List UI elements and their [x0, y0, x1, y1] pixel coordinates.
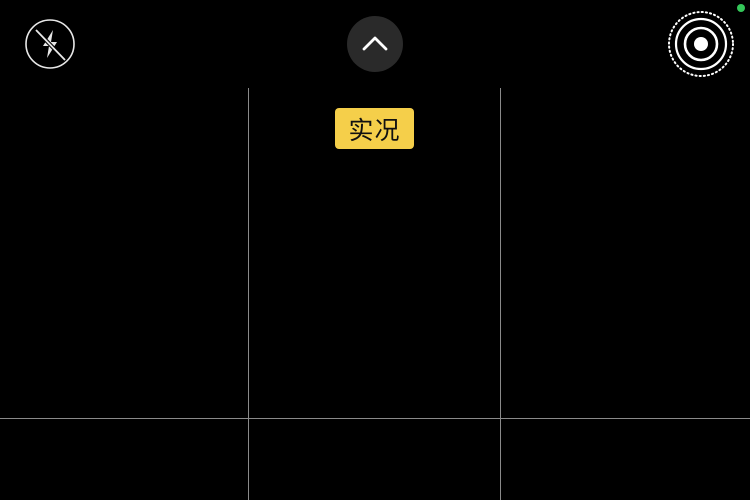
chevron-up-icon [362, 36, 388, 51]
grid-line-vertical-2 [500, 88, 501, 500]
grid-line-vertical-1 [248, 88, 249, 500]
flash-off-icon [25, 19, 75, 69]
grid-line-horizontal-2 [0, 418, 750, 419]
flash-toggle-button[interactable] [24, 18, 76, 70]
camera-in-use-indicator [737, 4, 745, 12]
camera-viewfinder[interactable] [0, 0, 750, 500]
show-controls-button[interactable] [347, 16, 403, 72]
live-photo-icon [668, 11, 734, 77]
live-photo-badge: 实况 [335, 108, 414, 149]
live-photo-button[interactable] [666, 9, 736, 79]
live-photo-badge-label: 实况 [348, 115, 401, 145]
